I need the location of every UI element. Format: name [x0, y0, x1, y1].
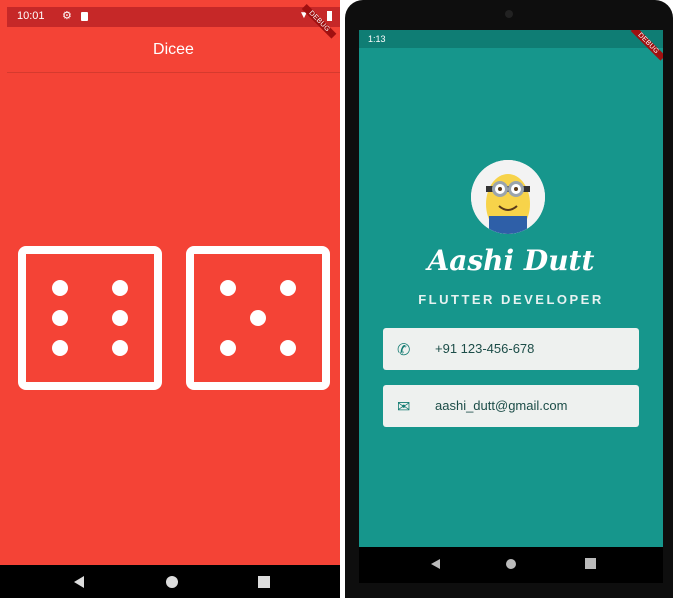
die-pip — [220, 280, 236, 296]
die-pip — [250, 310, 266, 326]
die-pip — [52, 340, 68, 356]
recents-square-icon[interactable] — [258, 576, 270, 588]
status-time: 10:01 — [17, 10, 45, 22]
status-time: 1:13 — [368, 34, 386, 44]
email-address: aashi_dutt@gmail.com — [435, 398, 568, 413]
back-triangle-icon[interactable] — [72, 575, 86, 589]
profile-screen: 1:13 DEBUG Aashi Dutt FLUTTER DEVELOPER … — [359, 30, 663, 547]
phone-icon: ✆ — [397, 342, 411, 359]
die-pip — [280, 280, 296, 296]
die-pip — [52, 280, 68, 296]
home-circle-icon[interactable] — [505, 558, 517, 570]
status-bar: 10:01 ⚙ ▼ — [7, 7, 340, 27]
camera-icon — [505, 10, 513, 18]
die-pip — [280, 340, 296, 356]
profile-subtitle: FLUTTER DEVELOPER — [418, 292, 604, 307]
minion-avatar-icon — [471, 160, 545, 234]
die-pip — [220, 340, 236, 356]
dicee-app: 10:01 ⚙ ▼ Dicee DEBUG — [0, 0, 340, 598]
sd-card-icon — [81, 12, 88, 21]
back-triangle-icon[interactable] — [429, 558, 441, 570]
die-pip — [112, 340, 128, 356]
email-icon: ✉ — [397, 399, 411, 416]
avatar — [471, 160, 545, 234]
phone-card[interactable]: ✆ +91 123-456-678 — [383, 328, 639, 370]
app-bar: Dicee — [7, 27, 340, 73]
navigation-bar — [0, 565, 340, 598]
left-die-button[interactable] — [18, 246, 162, 390]
profile-name: Aashi Dutt — [427, 244, 595, 277]
die-pip — [112, 310, 128, 326]
gear-icon: ⚙ — [62, 10, 72, 22]
navigation-bar — [359, 547, 663, 583]
status-bar: 1:13 — [359, 30, 663, 48]
page-title: Dicee — [153, 41, 194, 58]
right-die-button[interactable] — [186, 246, 330, 390]
recents-square-icon[interactable] — [585, 558, 596, 569]
home-circle-icon[interactable] — [165, 575, 179, 589]
die-pip — [112, 280, 128, 296]
email-card[interactable]: ✉ aashi_dutt@gmail.com — [383, 385, 639, 427]
battery-icon — [327, 11, 332, 21]
die-pip — [52, 310, 68, 326]
phone-number: +91 123-456-678 — [435, 341, 535, 356]
